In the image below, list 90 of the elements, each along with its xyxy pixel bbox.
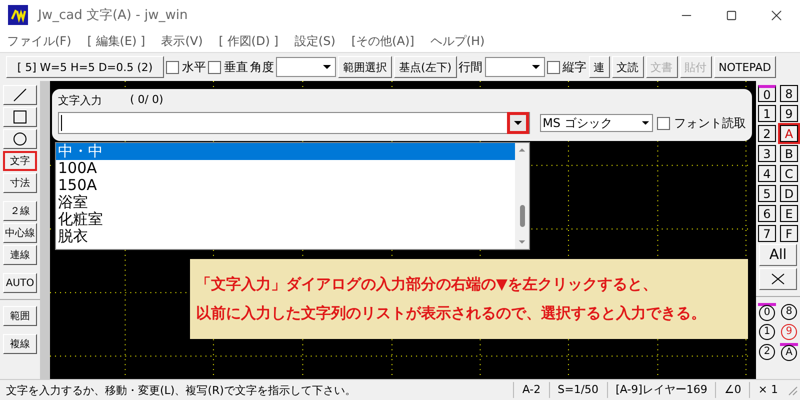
status-field: A-2 — [513, 382, 549, 398]
layer-group-button[interactable]: A — [780, 125, 798, 142]
checkbox[interactable] — [546, 60, 560, 74]
layer-group-button[interactable]: 0 — [758, 85, 776, 102]
layer-button[interactable]: A — [780, 343, 798, 360]
layer-group-button[interactable]: 1 — [758, 105, 776, 122]
layer-button[interactable]: 0 — [758, 303, 776, 320]
checkbox[interactable] — [657, 116, 670, 130]
status-field: S=1/50 — [548, 382, 607, 398]
combo-box[interactable] — [484, 57, 545, 77]
callout-text: 「文字入力」ダイアログの入力部分の右端の▼を左クリックすると、 — [196, 275, 659, 294]
tool-button[interactable]: ２線 — [3, 201, 37, 221]
history-item[interactable]: 中・中 — [56, 143, 515, 160]
layer-group-button[interactable]: 4 — [758, 165, 776, 182]
font-select[interactable]: MS ゴシック — [540, 114, 653, 132]
history-item[interactable]: 化粧室 — [56, 211, 515, 228]
maximize-icon[interactable] — [726, 10, 737, 20]
combo-box[interactable] — [276, 57, 336, 77]
menu-item[interactable]: ヘルプ(H) — [430, 32, 485, 50]
menu-item[interactable]: [ 編集(E) ] — [87, 32, 146, 50]
callout-text: 以前に入力した文字列のリストが表示されるので、選択すると入力できる。 — [196, 304, 707, 323]
field-label: 行間 — [458, 58, 483, 76]
layer-group-button[interactable]: D — [780, 185, 798, 202]
layer-group-button[interactable]: 6 — [758, 205, 776, 222]
layer-group-button[interactable]: E — [780, 205, 798, 222]
line-tool-button[interactable] — [3, 85, 37, 105]
toolbar-button[interactable]: NOTEPAD — [714, 56, 776, 78]
status-field: × 1 — [749, 382, 786, 398]
toolbar-button[interactable]: 連 — [588, 56, 610, 78]
status-field: [A-9]レイヤー169 — [606, 382, 716, 398]
tool-button[interactable]: 範囲 — [3, 306, 37, 326]
circle-tool-button[interactable] — [3, 129, 37, 149]
history-item[interactable]: 浴室 — [56, 194, 515, 211]
status-message: 文字を入力するか、移動・変更(L)、複写(R)で文字を指示して下さい。 — [5, 382, 357, 398]
status-field: ∠0 — [715, 382, 750, 398]
menu-item[interactable]: 設定(S) — [294, 32, 336, 50]
tool-button[interactable]: 寸法 — [3, 173, 37, 193]
menu-item[interactable]: ファイル(F) — [7, 32, 72, 50]
tool-button[interactable]: AUTO — [3, 273, 37, 293]
text-count: ( 0/ 0) — [130, 93, 164, 108]
layer-button[interactable]: 2 — [758, 343, 776, 360]
layer-group-button[interactable]: B — [780, 145, 798, 162]
toolbar-button[interactable]: [ 5] W=5 H=5 D=0.5 (2) — [6, 56, 164, 78]
layer-group-button[interactable]: 2 — [758, 125, 776, 142]
tool-button[interactable]: 連線 — [3, 245, 37, 265]
history-item[interactable]: 150A — [56, 177, 515, 194]
checkbox-label: 垂直 — [224, 58, 248, 76]
layer-group-button[interactable]: C — [780, 165, 798, 182]
layer-group-button[interactable]: F — [780, 225, 798, 242]
rectangle-tool-button[interactable] — [3, 107, 37, 127]
scrollbar[interactable] — [515, 143, 529, 249]
checkbox[interactable] — [166, 60, 179, 74]
toolbar-button[interactable]: 文読 — [612, 56, 644, 78]
dropdown-arrow-icon — [641, 120, 650, 126]
layer-group-button[interactable]: 9 — [780, 105, 798, 122]
panel-title: 文字入力 — [58, 93, 102, 108]
tool-button[interactable]: 複線 — [3, 334, 37, 354]
checkbox[interactable] — [208, 60, 221, 74]
scroll-down-icon[interactable] — [518, 239, 526, 245]
checkbox-label: 縦字 — [562, 58, 587, 76]
all-layers-button[interactable]: All — [759, 244, 797, 266]
scroll-up-icon[interactable] — [518, 147, 526, 153]
tool-button[interactable]: 文字 — [3, 151, 37, 171]
clear-button[interactable] — [759, 268, 797, 290]
layer-group-button[interactable]: 3 — [758, 145, 776, 162]
window-title: Jw_cad 文字(A) - jw_win — [38, 7, 188, 24]
menu-item[interactable]: [ 作図(D) ] — [218, 32, 278, 50]
layer-group-button[interactable]: 8 — [780, 85, 798, 102]
tool-button[interactable]: 中心線 — [3, 223, 37, 243]
cross-icon — [770, 273, 786, 285]
text-input-field[interactable] — [58, 112, 530, 134]
dropdown-arrow-icon — [512, 120, 523, 126]
app-logo-icon — [8, 5, 28, 25]
close-icon[interactable] — [771, 10, 782, 20]
history-item[interactable]: 脱衣 — [56, 228, 515, 245]
checkbox-label: フォント読取 — [674, 114, 746, 132]
menu-item[interactable]: [その他(A)] — [351, 32, 414, 50]
field-label: 角度 — [250, 58, 274, 76]
menu-item[interactable]: 表示(V) — [161, 32, 203, 50]
layer-group-button[interactable]: 7 — [758, 225, 776, 242]
history-item[interactable]: 100A — [56, 160, 515, 177]
layer-button[interactable]: 9 — [780, 323, 798, 340]
resize-grip-icon[interactable] — [786, 384, 798, 396]
toolbar-button[interactable]: 基点(左下) — [394, 56, 457, 78]
toolbar-button[interactable]: 範囲選択 — [338, 56, 392, 78]
checkbox-label: 水平 — [182, 58, 206, 76]
layer-button[interactable]: 8 — [780, 303, 798, 320]
layer-button[interactable]: 1 — [758, 323, 776, 340]
layer-group-button[interactable]: 5 — [758, 185, 776, 202]
dropdown-button[interactable] — [506, 112, 529, 134]
